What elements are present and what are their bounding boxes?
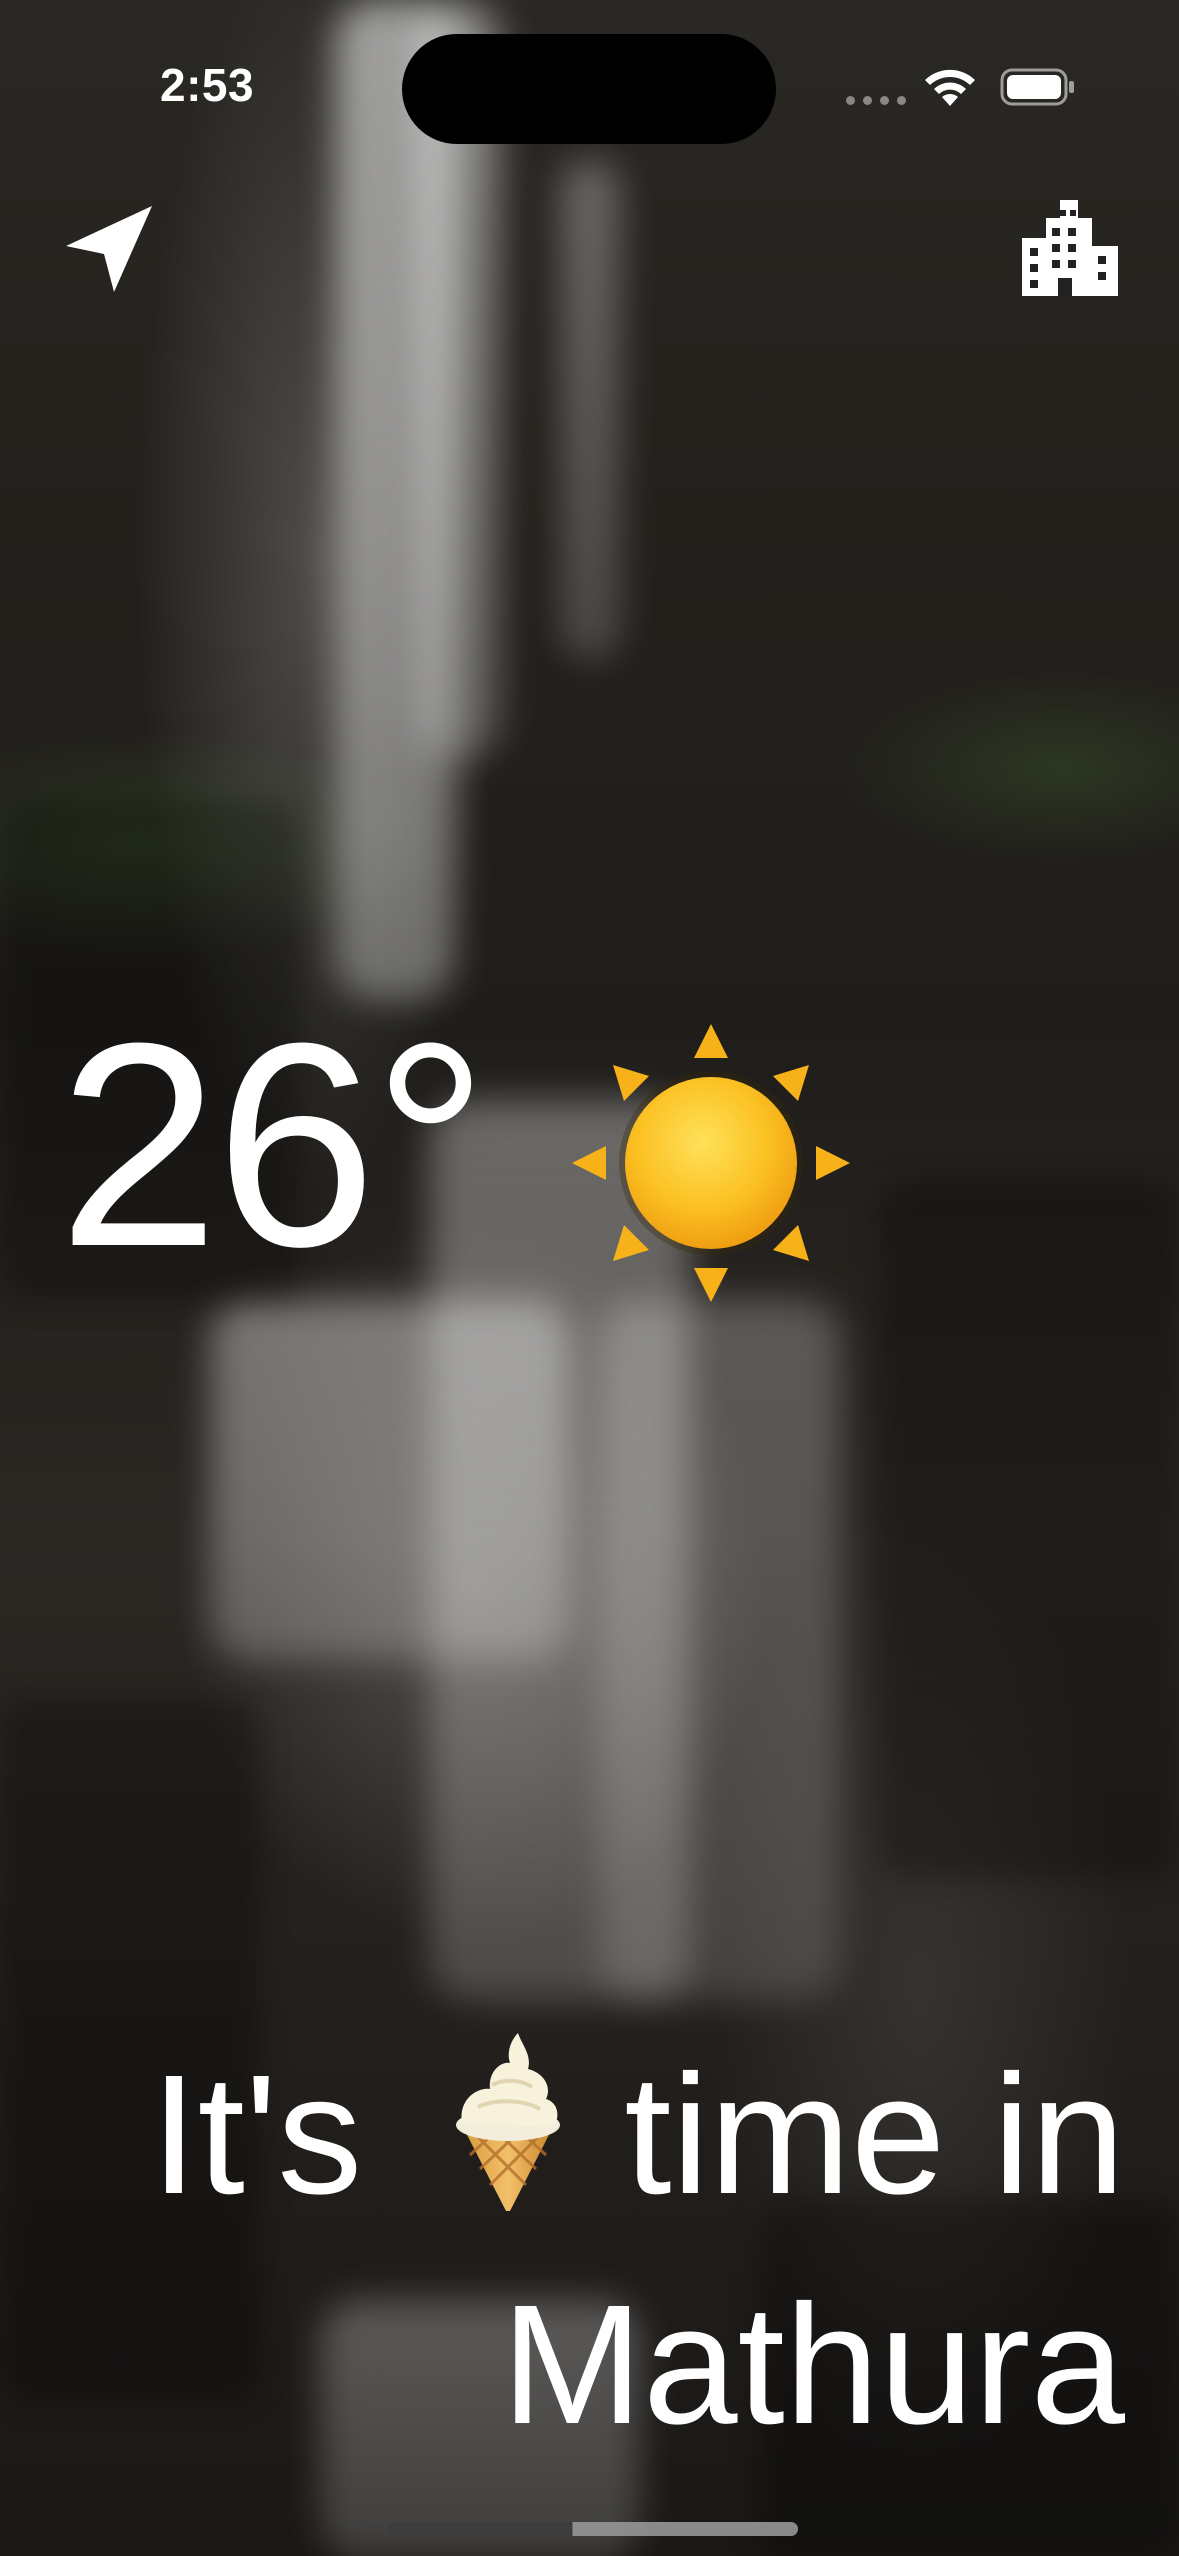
current-location-button[interactable] (60, 200, 160, 300)
weather-message: It's time in Mathura (5, 2020, 1125, 2480)
message-prefix: It's (150, 2040, 363, 2230)
dynamic-island (402, 34, 776, 144)
ice-cream-icon (456, 2033, 561, 2211)
message-suffix: time in (624, 2040, 1125, 2230)
temperature-label: 26° (58, 983, 489, 1307)
wifi-icon (925, 69, 975, 106)
sun-icon (572, 1024, 850, 1302)
city-name: Mathura (501, 2270, 1125, 2460)
home-indicator[interactable] (388, 2522, 798, 2536)
location-arrow-icon (66, 206, 152, 292)
battery-icon (1000, 68, 1074, 106)
cellular-signal-icon (846, 96, 906, 105)
city-search-button[interactable] (1018, 196, 1122, 300)
building-icon (1022, 200, 1118, 296)
message-line-1: It's time in (5, 2020, 1125, 2250)
status-time: 2:53 (160, 59, 255, 111)
